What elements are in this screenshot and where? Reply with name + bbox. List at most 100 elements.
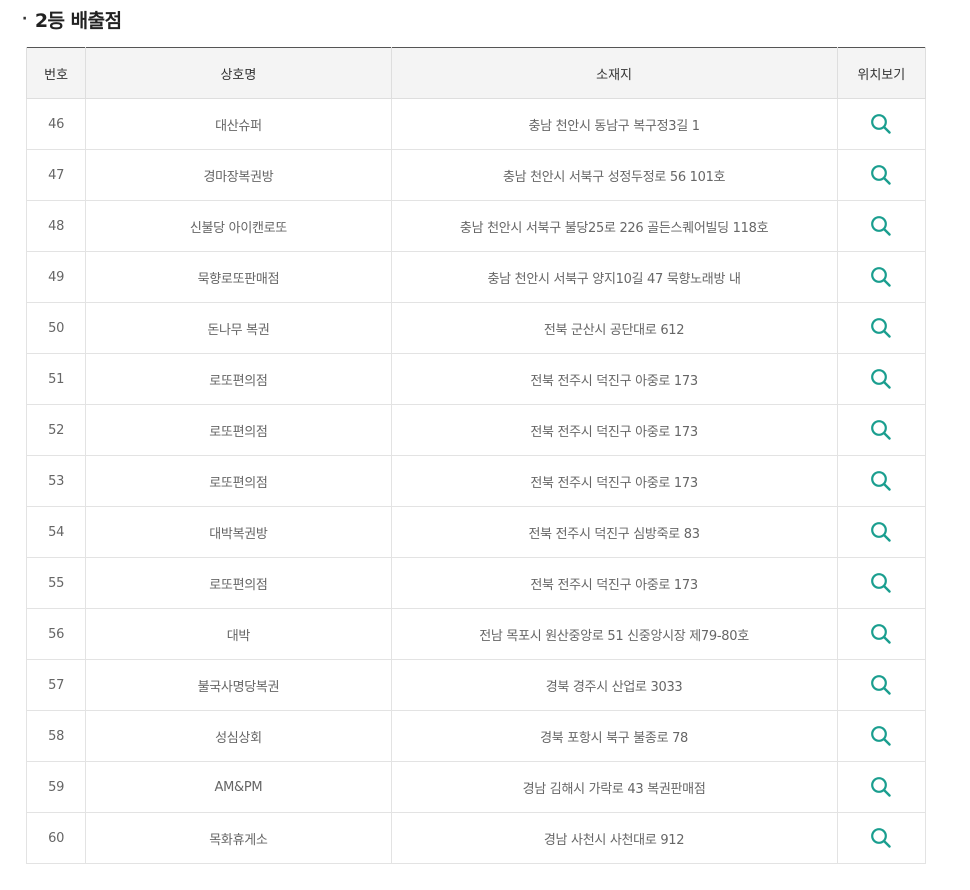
section-title: · 2등 배출점 [22,4,122,34]
view-location-button[interactable] [867,467,895,495]
cell-shop-name: 경마장복권방 [85,149,392,201]
cell-number: 52 [25,404,87,456]
header-number: 번호 [25,47,87,99]
cell-number: 47 [25,149,87,201]
search-icon[interactable] [870,419,892,441]
search-icon[interactable] [870,725,892,747]
table-row: 52 로또편의점 전북 전주시 덕진구 아중로 173 [25,404,927,456]
search-icon[interactable] [870,215,892,237]
view-location-button[interactable] [867,518,895,546]
search-icon[interactable] [870,776,892,798]
search-icon[interactable] [870,470,892,492]
view-location-button[interactable] [867,110,895,138]
cell-address: 경북 포항시 북구 불종로 78 [390,710,838,762]
view-location-button[interactable] [867,773,895,801]
cell-view-location [836,659,927,711]
cell-number: 55 [25,557,87,609]
cell-address: 경북 경주시 산업로 3033 [390,659,838,711]
search-icon[interactable] [870,266,892,288]
cell-number: 51 [25,353,87,405]
search-icon[interactable] [870,113,892,135]
cell-shop-name: 대박복권방 [85,506,392,558]
table-row: 51 로또편의점 전북 전주시 덕진구 아중로 173 [25,353,927,405]
table-row: 55 로또편의점 전북 전주시 덕진구 아중로 173 [25,557,927,609]
cell-number: 59 [25,761,87,813]
cell-shop-name: 성심상회 [85,710,392,762]
cell-view-location [836,404,927,456]
cell-address: 충남 천안시 서북구 양지10길 47 묵향노래방 내 [390,251,838,303]
table-row: 48 신불당 아이캔로또 충남 천안시 서북구 불당25로 226 골든스퀘어빌딩 … [25,200,927,252]
search-icon[interactable] [870,674,892,696]
header-shop-name: 상호명 [85,47,392,99]
cell-address: 전북 전주시 덕진구 아중로 173 [390,353,838,405]
cell-number: 50 [25,302,87,354]
cell-view-location [836,557,927,609]
table-body: 46 대산슈퍼 충남 천안시 동남구 복구정3길 1 47 경마장복권방 충남 천안시 서… [25,98,927,864]
search-icon[interactable] [870,317,892,339]
table-row: 60 목화휴게소 경남 사천시 사천대로 912 [25,812,927,864]
view-location-button[interactable] [867,212,895,240]
view-location-button[interactable] [867,671,895,699]
cell-number: 48 [25,200,87,252]
table-header: 번호 상호명 소재지 위치보기 [25,47,927,99]
cell-view-location [836,302,927,354]
cell-number: 56 [25,608,87,660]
cell-view-location [836,506,927,558]
view-location-button[interactable] [867,161,895,189]
cell-view-location [836,710,927,762]
cell-shop-name: 돈나무 복권 [85,302,392,354]
cell-address: 경남 김해시 가락로 43 복권판매점 [390,761,838,813]
table-row: 58 성심상회 경북 포항시 북구 불종로 78 [25,710,927,762]
header-address: 소재지 [390,47,838,99]
cell-shop-name: 대박 [85,608,392,660]
cell-view-location [836,200,927,252]
cell-number: 49 [25,251,87,303]
view-location-button[interactable] [867,365,895,393]
view-location-button[interactable] [867,722,895,750]
cell-view-location [836,608,927,660]
table-row: 47 경마장복권방 충남 천안시 서북구 성정두정로 56 101호 [25,149,927,201]
cell-shop-name: 로또편의점 [85,557,392,609]
cell-address: 전북 전주시 덕진구 심방죽로 83 [390,506,838,558]
cell-address: 충남 천안시 서북구 성정두정로 56 101호 [390,149,838,201]
table-row: 56 대박 전남 목포시 원산중앙로 51 신중앙시장 제79-80호 [25,608,927,660]
cell-number: 46 [25,98,87,150]
search-icon[interactable] [870,368,892,390]
view-location-button[interactable] [867,824,895,852]
table-row: 53 로또편의점 전북 전주시 덕진구 아중로 173 [25,455,927,507]
cell-address: 전북 전주시 덕진구 아중로 173 [390,557,838,609]
table-header-row: 번호 상호명 소재지 위치보기 [25,47,927,99]
cell-view-location [836,149,927,201]
search-icon[interactable] [870,521,892,543]
cell-number: 53 [25,455,87,507]
cell-shop-name: 목화휴게소 [85,812,392,864]
cell-address: 전남 목포시 원산중앙로 51 신중앙시장 제79-80호 [390,608,838,660]
view-location-button[interactable] [867,416,895,444]
view-location-button[interactable] [867,569,895,597]
cell-address: 전북 전주시 덕진구 아중로 173 [390,455,838,507]
header-view-location: 위치보기 [836,47,927,99]
title-bullet: · [22,11,27,27]
cell-address: 전북 군산시 공단대로 612 [390,302,838,354]
search-icon[interactable] [870,164,892,186]
section-title-text: 2등 배출점 [34,9,122,32]
view-location-button[interactable] [867,314,895,342]
table-row: 57 불국사명당복권 경북 경주시 산업로 3033 [25,659,927,711]
view-location-button[interactable] [867,263,895,291]
cell-view-location [836,98,927,150]
cell-shop-name: 불국사명당복권 [85,659,392,711]
view-location-button[interactable] [867,620,895,648]
cell-shop-name: 묵향로또판매점 [85,251,392,303]
cell-address: 충남 천안시 동남구 복구정3길 1 [390,98,838,150]
search-icon[interactable] [870,623,892,645]
cell-shop-name: 로또편의점 [85,455,392,507]
search-icon[interactable] [870,827,892,849]
search-icon[interactable] [870,572,892,594]
table-row: 50 돈나무 복권 전북 군산시 공단대로 612 [25,302,927,354]
cell-shop-name: AM&PM [85,761,392,813]
cell-address: 전북 전주시 덕진구 아중로 173 [390,404,838,456]
cell-shop-name: 신불당 아이캔로또 [85,200,392,252]
cell-view-location [836,812,927,864]
winning-shops-table: 번호 상호명 소재지 위치보기 46 대산슈퍼 충남 천안시 동남구 복구정3길 1… [25,47,927,864]
cell-address: 충남 천안시 서북구 불당25로 226 골든스퀘어빌딩 118호 [390,200,838,252]
